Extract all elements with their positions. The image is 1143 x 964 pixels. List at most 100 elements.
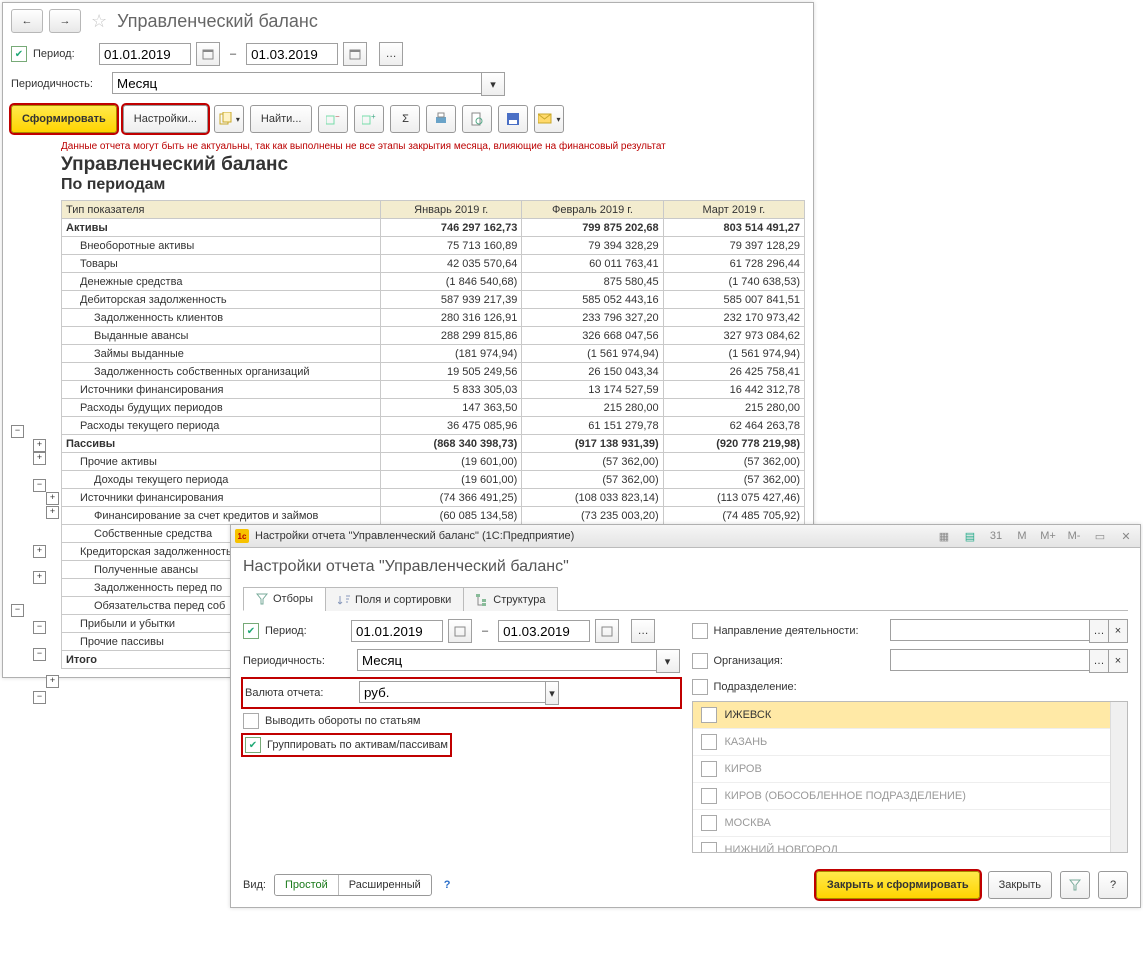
tab-filters[interactable]: Отборы: [243, 587, 326, 611]
dlg-from-calendar-icon[interactable]: [448, 619, 472, 643]
direction-clear[interactable]: ×: [1108, 619, 1128, 643]
dlg-period-to[interactable]: [498, 620, 590, 642]
tree-toggle[interactable]: +: [46, 492, 59, 505]
table-row[interactable]: Расходы будущих периодов147 363,50215 28…: [62, 399, 805, 417]
minimize-icon[interactable]: ▭: [1090, 527, 1110, 545]
periodicity-select[interactable]: [112, 72, 482, 94]
table-row[interactable]: Прочие активы(19 601,00)(57 362,00)(57 3…: [62, 453, 805, 471]
org-more[interactable]: …: [1089, 649, 1109, 673]
preview-button[interactable]: [462, 105, 492, 133]
table-row[interactable]: Задолженность клиентов280 316 126,91233 …: [62, 309, 805, 327]
list-item[interactable]: НИЖНИЙ НОВГОРОД: [693, 837, 1128, 853]
list-item[interactable]: КИРОВ (ОБОСОБЛЕННОЕ ПОДРАЗДЕЛЕНИЕ): [693, 783, 1128, 810]
email-button[interactable]: ▾: [534, 105, 564, 133]
table-row[interactable]: Активы746 297 162,73799 875 202,68803 51…: [62, 219, 805, 237]
table-row[interactable]: Финансирование за счет кредитов и займов…: [62, 507, 805, 525]
tree-toggle[interactable]: −: [33, 479, 46, 492]
m-icon[interactable]: M: [1012, 527, 1032, 545]
help-icon[interactable]: ?: [440, 879, 455, 891]
list-item-checkbox[interactable]: [701, 761, 717, 777]
m-plus-icon[interactable]: M+: [1038, 527, 1058, 545]
dlg-period-more[interactable]: …: [631, 619, 655, 643]
division-list[interactable]: ИЖЕВСККАЗАНЬКИРОВКИРОВ (ОБОСОБЛЕННОЕ ПОД…: [692, 701, 1129, 853]
list-item-checkbox[interactable]: [701, 734, 717, 750]
expand-button[interactable]: +: [354, 105, 384, 133]
currency-select[interactable]: [359, 681, 546, 703]
m-minus-icon[interactable]: M-: [1064, 527, 1084, 545]
find-button[interactable]: Найти...: [250, 105, 313, 133]
direction-more[interactable]: …: [1089, 619, 1109, 643]
dlg-period-from[interactable]: [351, 620, 443, 642]
period-from-input[interactable]: [99, 43, 191, 65]
dlg-periodicity-dd-icon[interactable]: ▾: [656, 649, 680, 673]
direction-input[interactable]: [890, 619, 1091, 641]
print-button[interactable]: [426, 105, 456, 133]
table-row[interactable]: Займы выданные(181 974,94)(1 561 974,94)…: [62, 345, 805, 363]
turnover-checkbox[interactable]: ✔: [243, 713, 259, 729]
dlg-period-checkbox[interactable]: ✔: [243, 623, 259, 639]
table-row[interactable]: Источники финансирования5 833 305,0313 1…: [62, 381, 805, 399]
org-checkbox[interactable]: ✔: [692, 653, 708, 669]
nav-back-button[interactable]: ←: [11, 9, 43, 33]
tree-toggle[interactable]: −: [11, 604, 24, 617]
tree-toggle[interactable]: −: [33, 691, 46, 704]
period-checkbox[interactable]: ✔: [11, 46, 27, 62]
org-input[interactable]: [890, 649, 1091, 671]
scrollbar[interactable]: [1110, 702, 1127, 852]
nav-forward-button[interactable]: →: [49, 9, 81, 33]
dlg-periodicity-select[interactable]: [357, 649, 657, 671]
list-item-checkbox[interactable]: [701, 815, 717, 831]
table-row[interactable]: Дебиторская задолженность587 939 217,395…: [62, 291, 805, 309]
close-button[interactable]: Закрыть: [988, 871, 1052, 899]
table-row[interactable]: Выданные авансы288 299 815,86326 668 047…: [62, 327, 805, 345]
list-item-checkbox[interactable]: [701, 788, 717, 804]
list-item[interactable]: МОСКВА: [693, 810, 1128, 837]
tree-toggle[interactable]: +: [33, 571, 46, 584]
view-advanced[interactable]: Расширенный: [338, 875, 431, 895]
sum-button[interactable]: Σ: [390, 105, 420, 133]
calc-icon[interactable]: ▦: [934, 527, 954, 545]
tree-toggle[interactable]: −: [33, 648, 46, 661]
list-item[interactable]: ИЖЕВСК: [693, 702, 1128, 729]
group-checkbox[interactable]: ✔: [245, 737, 261, 753]
close-and-generate-button[interactable]: Закрыть и сформировать: [816, 871, 980, 899]
help-button[interactable]: ?: [1098, 871, 1128, 899]
list-item-checkbox[interactable]: [701, 707, 717, 723]
periodicity-dropdown-icon[interactable]: ▾: [481, 72, 505, 96]
save-button[interactable]: [498, 105, 528, 133]
tab-structure[interactable]: Структура: [463, 587, 558, 611]
variants-button[interactable]: ▾: [214, 105, 244, 133]
favorite-icon[interactable]: ☆: [87, 11, 111, 32]
tree-toggle[interactable]: +: [46, 506, 59, 519]
list-item[interactable]: КИРОВ: [693, 756, 1128, 783]
table-row[interactable]: Пассивы(868 340 398,73)(917 138 931,39)(…: [62, 435, 805, 453]
date-icon[interactable]: 31: [986, 527, 1006, 545]
list-item[interactable]: КАЗАНЬ: [693, 729, 1128, 756]
tree-toggle[interactable]: +: [33, 452, 46, 465]
table-row[interactable]: Денежные средства(1 846 540,68)875 580,4…: [62, 273, 805, 291]
table-row[interactable]: Расходы текущего периода36 475 085,9661 …: [62, 417, 805, 435]
table-row[interactable]: Источники финансирования(74 366 491,25)(…: [62, 489, 805, 507]
list-item-checkbox[interactable]: [701, 842, 717, 853]
settings-button[interactable]: Настройки...: [123, 105, 208, 133]
tree-toggle[interactable]: +: [33, 439, 46, 452]
tree-toggle[interactable]: −: [33, 621, 46, 634]
calendar-icon[interactable]: ▤: [960, 527, 980, 545]
division-checkbox[interactable]: ✔: [692, 679, 708, 695]
view-simple[interactable]: Простой: [275, 875, 338, 895]
collapse-button[interactable]: −: [318, 105, 348, 133]
table-row[interactable]: Товары42 035 570,6460 011 763,4161 728 2…: [62, 255, 805, 273]
tree-toggle[interactable]: +: [46, 675, 59, 688]
close-icon[interactable]: ✕: [1116, 527, 1136, 545]
currency-dd-icon[interactable]: ▾: [545, 681, 559, 705]
period-from-calendar-icon[interactable]: [196, 42, 220, 66]
filter-options-button[interactable]: [1060, 871, 1090, 899]
tab-fields[interactable]: Поля и сортировки: [325, 587, 464, 611]
org-clear[interactable]: ×: [1108, 649, 1128, 673]
tree-toggle[interactable]: −: [11, 425, 24, 438]
table-row[interactable]: Внеоборотные активы75 713 160,8979 394 3…: [62, 237, 805, 255]
dlg-to-calendar-icon[interactable]: [595, 619, 619, 643]
table-row[interactable]: Задолженность собственных организаций19 …: [62, 363, 805, 381]
period-more-button[interactable]: …: [379, 42, 403, 66]
direction-checkbox[interactable]: ✔: [692, 623, 708, 639]
